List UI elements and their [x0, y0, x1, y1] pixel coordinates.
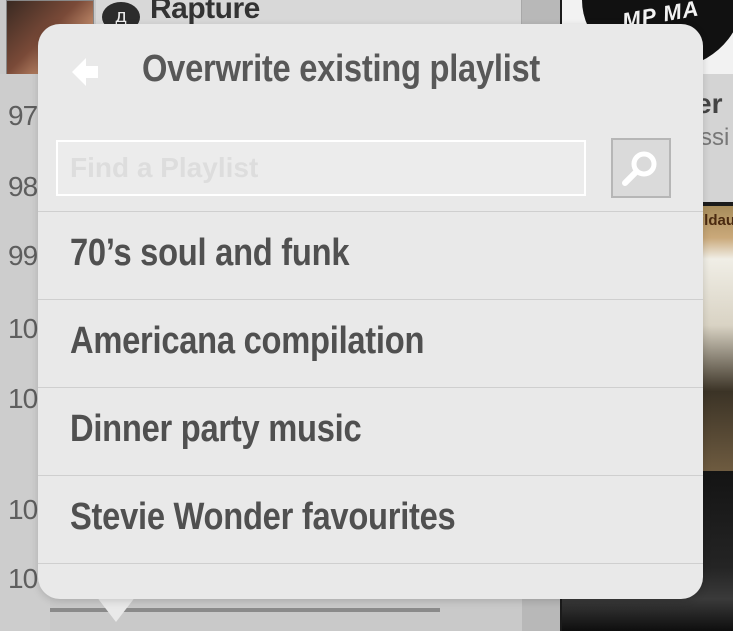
playlist-item[interactable]: Americana compilation	[38, 300, 703, 388]
search-button[interactable]	[611, 138, 671, 198]
track-number: 99	[8, 240, 38, 271]
playlist-item-label: Dinner party music	[70, 408, 362, 450]
playlist-item[interactable]: 70’s soul and funk	[38, 212, 703, 300]
playlist-item[interactable]: Dinner party music	[38, 388, 703, 476]
artist-name: Rapture	[150, 0, 260, 25]
track-number: 97	[8, 100, 38, 131]
popup-pointer	[96, 596, 136, 622]
playlist-search-input[interactable]	[56, 140, 586, 196]
dialog-header: Overwrite existing playlist	[38, 24, 703, 124]
magnifier-icon	[622, 151, 657, 186]
back-button[interactable]	[68, 54, 104, 90]
playlist-item-label: 70’s soul and funk	[70, 232, 350, 274]
playlist-list: 70’s soul and funk Americana compilation…	[38, 211, 703, 599]
track-number: 98	[8, 171, 38, 202]
playlist-item[interactable]	[38, 564, 703, 599]
dialog-title: Overwrite existing playlist	[142, 48, 541, 90]
playlist-item[interactable]: Stevie Wonder favourites	[38, 476, 703, 564]
playlist-item-label: Stevie Wonder favourites	[70, 496, 456, 538]
back-arrow-icon	[72, 58, 98, 86]
playlist-item-label: Americana compilation	[70, 320, 425, 362]
album-info-subtitle: ssi	[700, 124, 730, 151]
album-cover-text: ildau	[700, 212, 733, 229]
overwrite-playlist-dialog: Overwrite existing playlist 70’s soul an…	[38, 24, 703, 599]
